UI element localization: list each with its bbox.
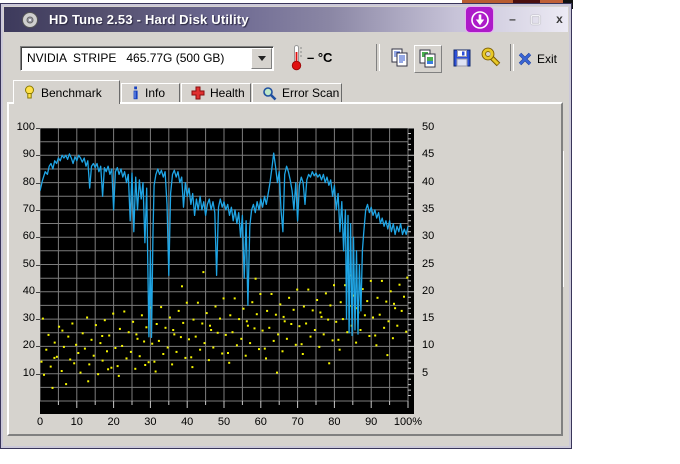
tab-info[interactable]: Info xyxy=(121,83,180,103)
toolbar: NVIDIA STRIPE 465.77G (500 GB) – °C xyxy=(4,34,568,80)
axis-tick-label: 100 xyxy=(7,121,35,133)
tab-info-label: Info xyxy=(145,86,165,100)
axis-tick-label: 100% xyxy=(388,416,428,428)
tab-error-scan[interactable]: Error Scan xyxy=(252,83,342,103)
axis-tick-label: 50 xyxy=(204,416,244,428)
axis-tick xyxy=(36,183,40,184)
exit-icon xyxy=(518,52,533,66)
tab-health[interactable]: Health xyxy=(181,83,251,103)
download-arrow-icon xyxy=(469,9,491,31)
screen: { "window": { "title": "HD Tune 2.53 - H… xyxy=(0,0,680,464)
toolbar-separator xyxy=(376,44,380,71)
axis-tick-label: 80 xyxy=(314,416,354,428)
axis-tick-label: 10 xyxy=(57,416,97,428)
axis-tick xyxy=(36,265,40,266)
axis-tick xyxy=(36,346,40,347)
axis-tick-label: 50 xyxy=(422,121,434,133)
axis-tick xyxy=(36,292,40,293)
save-button[interactable] xyxy=(449,45,475,71)
health-icon xyxy=(191,86,205,100)
axis-tick xyxy=(36,319,40,320)
exit-button[interactable]: Exit xyxy=(518,47,570,71)
axis-tick-label: 30 xyxy=(7,312,35,324)
info-icon xyxy=(131,86,140,100)
temperature-label: – °C xyxy=(307,50,332,65)
axis-tick-label: 70 xyxy=(278,416,318,428)
axis-tick-label: 40 xyxy=(422,176,434,188)
axis-tick-label: 50 xyxy=(7,258,35,270)
toolbar-separator xyxy=(510,44,514,71)
drive-select-value: NVIDIA STRIPE 465.77G (500 GB) xyxy=(27,51,224,65)
axis-tick-label: 30 xyxy=(422,230,434,242)
axis-tick-label: 40 xyxy=(7,285,35,297)
benchmark-icon xyxy=(23,85,36,100)
axis-tick-label: 20 xyxy=(94,416,134,428)
axis-tick-label: 10 xyxy=(422,339,434,351)
close-button[interactable]: x xyxy=(551,12,568,27)
axis-tick-label: 90 xyxy=(351,416,391,428)
app-icon xyxy=(21,11,39,29)
axis-tick xyxy=(36,237,40,238)
right-axis-labels: 5045403530252015105 xyxy=(420,128,444,401)
axis-tick-label: 0 xyxy=(20,416,60,428)
axis-tick-label: 60 xyxy=(7,230,35,242)
axis-tick-label: 60 xyxy=(241,416,281,428)
axis-tick-label: 70 xyxy=(7,203,35,215)
tab-benchmark[interactable]: Benchmark xyxy=(13,80,120,104)
x-axis-labels: 0102030405060708090100% xyxy=(40,416,420,430)
copy-text-icon xyxy=(389,47,411,69)
tab-error-scan-label: Error Scan xyxy=(282,86,339,100)
hd-tune-window: HD Tune 2.53 - Hard Disk Utility – ▢ x N… xyxy=(0,3,572,449)
axis-tick xyxy=(36,374,40,375)
axis-tick-label: 20 xyxy=(7,339,35,351)
axis-tick-label: 45 xyxy=(422,148,434,160)
copy-text-button[interactable] xyxy=(387,45,413,71)
axis-tick-label: 20 xyxy=(422,285,434,297)
download-overlay-button[interactable] xyxy=(465,6,494,33)
axis-tick xyxy=(36,128,40,129)
drive-select-arrow[interactable] xyxy=(251,48,272,69)
benchmark-chart xyxy=(40,128,414,414)
left-axis-labels: 100908070605040302010 xyxy=(7,128,38,401)
thermometer-icon xyxy=(290,44,303,71)
window-title: HD Tune 2.53 - Hard Disk Utility xyxy=(49,12,249,27)
axis-tick-label: 5 xyxy=(422,367,428,379)
title-bar[interactable]: HD Tune 2.53 - Hard Disk Utility – ▢ x xyxy=(4,7,568,32)
exit-label: Exit xyxy=(537,52,557,66)
axis-tick xyxy=(36,155,40,156)
axis-tick-label: 25 xyxy=(422,258,434,270)
options-icon xyxy=(481,47,503,69)
options-button[interactable] xyxy=(479,45,505,71)
axis-tick-label: 30 xyxy=(130,416,170,428)
axis-tick-label: 15 xyxy=(422,312,434,324)
axis-tick-label: 80 xyxy=(7,176,35,188)
axis-tick-label: 10 xyxy=(7,367,35,379)
maximize-button[interactable]: ▢ xyxy=(527,12,544,27)
tab-benchmark-label: Benchmark xyxy=(41,86,102,100)
copy-image-icon xyxy=(417,48,439,70)
axis-tick-label: 90 xyxy=(7,148,35,160)
copy-image-button[interactable] xyxy=(414,45,442,73)
drive-select[interactable]: NVIDIA STRIPE 465.77G (500 GB) xyxy=(20,46,274,71)
axis-tick-label: 35 xyxy=(422,203,434,215)
axis-tick-label: 40 xyxy=(167,416,207,428)
minimize-button[interactable]: – xyxy=(504,12,521,27)
error-scan-icon xyxy=(262,86,277,101)
axis-tick xyxy=(36,210,40,211)
tab-health-label: Health xyxy=(210,86,245,100)
save-icon xyxy=(451,47,473,69)
